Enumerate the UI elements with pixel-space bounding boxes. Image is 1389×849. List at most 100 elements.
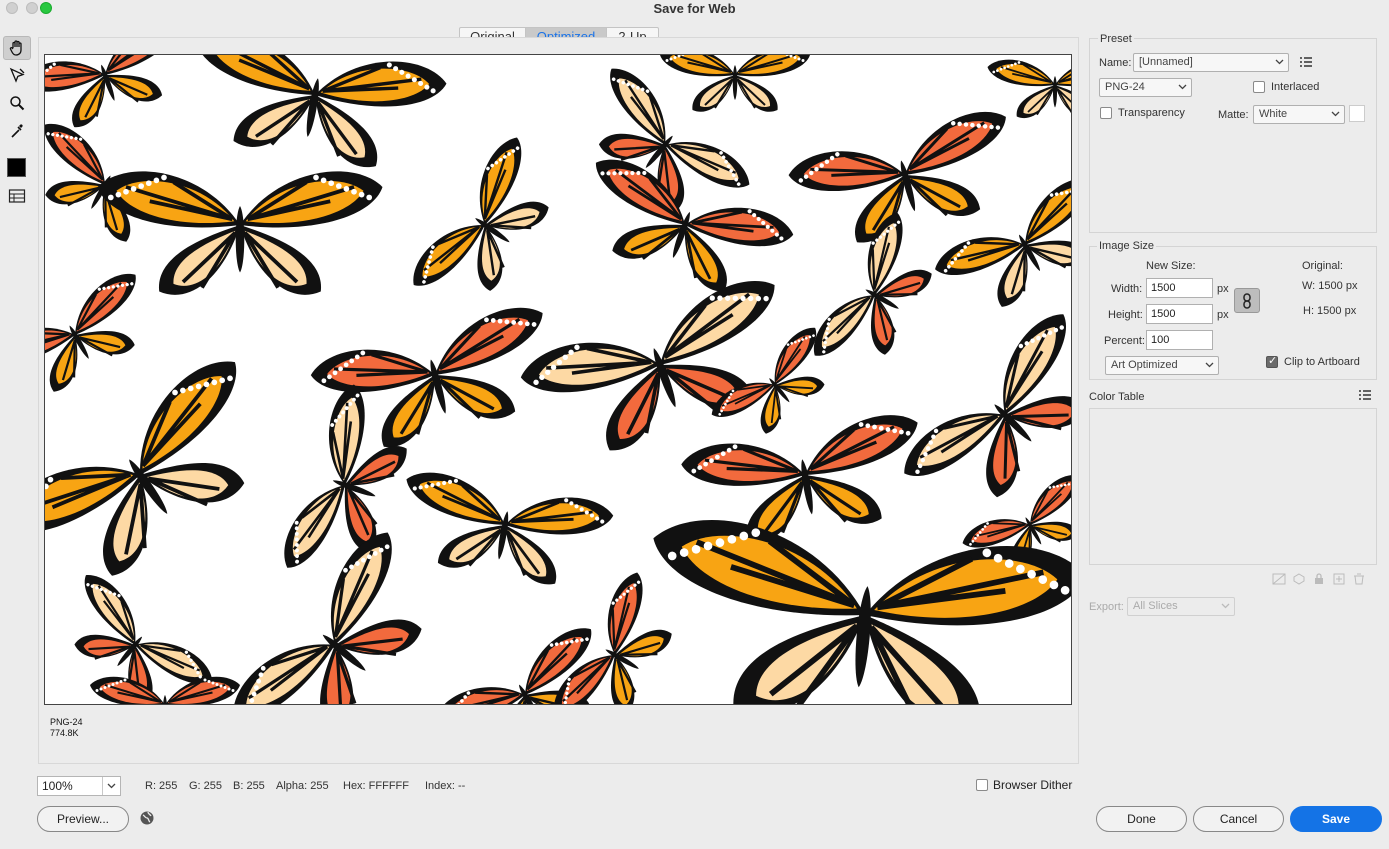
butterfly <box>406 472 614 585</box>
butterfly-wing-dot <box>227 687 231 691</box>
zoom-tool[interactable] <box>3 91 31 115</box>
preset-name-value: [Unnamed] <box>1139 56 1193 68</box>
readout-green: G: 255 <box>189 780 223 792</box>
eyedropper-tool[interactable] <box>3 119 31 143</box>
done-button[interactable]: Done <box>1096 806 1187 832</box>
save-button[interactable]: Save <box>1290 806 1382 832</box>
web-snap-icon[interactable] <box>1292 573 1306 585</box>
file-format-value: PNG-24 <box>1105 81 1145 93</box>
original-label: Original: <box>1302 260 1343 272</box>
percent-input[interactable]: 100 <box>1146 330 1213 350</box>
butterfly <box>788 111 1006 243</box>
constrain-proportions-button[interactable] <box>1234 288 1260 313</box>
clip-to-artboard-label: Clip to Artboard <box>1284 356 1360 368</box>
browser-dither-option: Browser Dither <box>976 778 1072 792</box>
height-input[interactable]: 1500 <box>1146 304 1213 324</box>
preset-name-label: Name: <box>1099 57 1132 69</box>
color-table-menu-button[interactable] <box>1357 387 1373 403</box>
butterfly-wing-dot <box>203 678 207 682</box>
chevron-down-icon <box>1178 84 1187 90</box>
percent-label: Percent: <box>1104 335 1145 347</box>
butterfly-wing-dot <box>130 186 137 192</box>
slice-select-icon <box>9 67 25 83</box>
export-select[interactable]: All Slices <box>1127 597 1235 616</box>
matte-color-swatch[interactable] <box>1349 105 1365 122</box>
butterfly-wing-dot <box>1006 65 1010 68</box>
transparency-label: Transparency <box>1118 107 1185 119</box>
butterfly-wing-part <box>1052 76 1058 108</box>
butterfly-wing-dot <box>219 684 223 688</box>
cancel-button[interactable]: Cancel <box>1193 806 1284 832</box>
eyedropper-color-swatch[interactable] <box>7 158 26 177</box>
color-table-section-title: Color Table <box>1089 391 1145 403</box>
image-format: PNG-24 <box>50 717 83 727</box>
butterfly-wing-dot <box>107 684 111 688</box>
butterfly-wing-dot <box>313 174 319 181</box>
butterfly <box>233 532 422 704</box>
add-color-icon[interactable] <box>1332 573 1346 585</box>
map-transparency-icon[interactable] <box>1272 573 1286 585</box>
trash-icon[interactable] <box>1352 573 1366 585</box>
readout-blue: B: 255 <box>233 780 265 792</box>
readout-index: Index: -- <box>425 780 466 792</box>
browser-dither-label: Browser Dither <box>993 778 1073 792</box>
butterfly-wing-part <box>235 206 245 273</box>
new-size-label: New Size: <box>1146 260 1196 272</box>
butterfly-wing-dot <box>992 70 996 74</box>
color-table-area[interactable] <box>1089 408 1377 565</box>
butterfly-wing-dot <box>320 177 327 184</box>
toggle-slice-visibility-tool[interactable] <box>3 184 31 208</box>
clip-to-artboard-option: Clip to Artboard <box>1266 354 1360 368</box>
hand-tool[interactable] <box>3 36 31 60</box>
butterfly <box>90 676 240 704</box>
link-icon <box>1243 292 1251 309</box>
butterfly-wing-dot <box>215 683 219 686</box>
butterfly <box>660 55 810 112</box>
butterfly-wing-dot <box>673 56 677 59</box>
resample-quality-select[interactable]: Art Optimized <box>1105 356 1219 375</box>
browser-dither-checkbox[interactable] <box>976 779 988 791</box>
slice-select-tool[interactable] <box>3 63 31 87</box>
file-format-select[interactable]: PNG-24 <box>1099 78 1192 97</box>
interlaced-checkbox[interactable] <box>1253 81 1265 93</box>
butterfly-wing-dot <box>111 683 115 686</box>
butterfly-wing-dot <box>115 191 122 198</box>
interlaced-label: Interlaced <box>1271 81 1320 93</box>
butterfly-wing-dot <box>1010 63 1014 67</box>
width-label: Width: <box>1111 283 1143 295</box>
clip-to-artboard-checkbox[interactable] <box>1266 354 1278 368</box>
butterfly <box>195 55 447 168</box>
butterfly <box>97 171 383 295</box>
matte-select[interactable]: White <box>1253 105 1345 124</box>
width-input[interactable]: 1500 <box>1146 278 1213 298</box>
preview-in-browser-button[interactable] <box>139 810 155 829</box>
butterfly-pattern-image <box>45 55 1072 704</box>
butterfly-wing-dot <box>328 180 335 187</box>
zoom-dropdown-button[interactable] <box>102 777 120 795</box>
preset-menu-button[interactable] <box>1298 54 1314 70</box>
butterfly-wing-dot <box>1017 61 1021 64</box>
butterfly-wing-dot <box>797 57 801 61</box>
butterfly-wing-dot <box>115 681 119 685</box>
lock-icon[interactable] <box>1312 573 1326 585</box>
butterfly-wing-dot <box>153 177 160 184</box>
image-size-section-title: Image Size <box>1097 240 1157 252</box>
butterfly-wing-dot <box>145 180 152 187</box>
list-menu-icon <box>1300 57 1312 67</box>
preview-button[interactable]: Preview... <box>37 806 129 832</box>
zoom-icon <box>10 96 25 111</box>
butterfly <box>520 281 775 451</box>
matte-value: White <box>1259 108 1288 120</box>
butterfly-wing-dot <box>801 59 805 62</box>
readout-hex: Hex: FFFFFF <box>343 780 409 792</box>
transparency-checkbox[interactable] <box>1100 107 1112 119</box>
image-file-size: 774.8K <box>50 728 79 738</box>
butterfly-wing-dot <box>1003 66 1006 70</box>
preset-name-select[interactable]: [Unnamed] <box>1133 53 1289 72</box>
butterfly-wing-dot <box>1071 482 1072 486</box>
butterfly-wing-part <box>732 65 738 100</box>
image-info: PNG-24 774.8K <box>50 717 83 739</box>
butterfly-wing-dot <box>358 191 365 198</box>
optimized-image-preview[interactable] <box>44 54 1072 705</box>
chevron-down-icon <box>1331 111 1340 117</box>
